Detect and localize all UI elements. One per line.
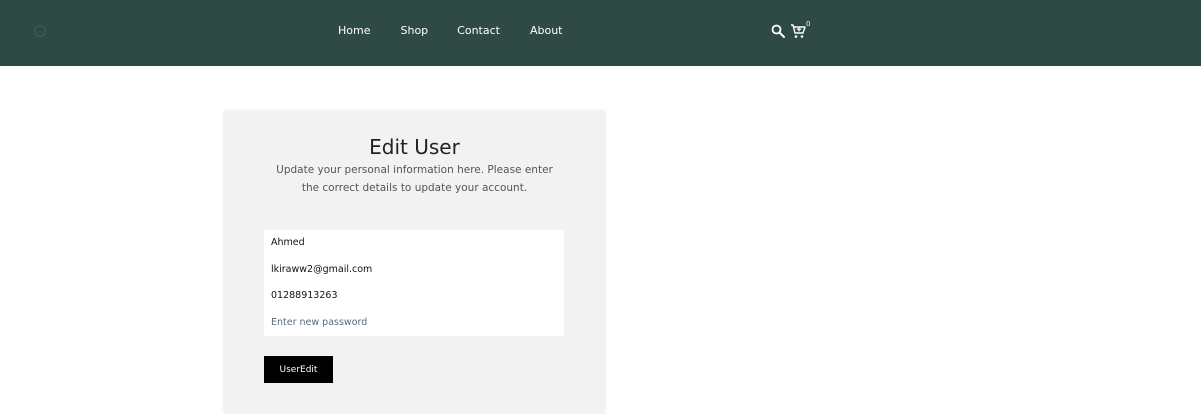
form-description: Update your personal information here. P… [276, 164, 553, 194]
brand-logo[interactable] [34, 25, 46, 37]
cart-icon[interactable] [790, 23, 806, 39]
password-field[interactable] [264, 311, 564, 333]
nav-link-home[interactable]: Home [338, 24, 370, 38]
name-field[interactable] [264, 231, 564, 253]
search-icon[interactable] [771, 24, 785, 38]
page-title: Edit User [369, 135, 460, 159]
top-navbar: Home Shop Contact About 0 [0, 0, 1201, 66]
nav-link-about[interactable]: About [530, 24, 563, 38]
edit-user-form [264, 230, 564, 336]
main-nav: Home Shop Contact About [338, 24, 562, 38]
nav-link-contact[interactable]: Contact [457, 24, 500, 38]
cart-count-badge: 0 [806, 20, 811, 28]
edit-user-card: Edit User Update your personal informati… [224, 111, 605, 414]
user-edit-button[interactable]: UserEdit [264, 356, 333, 383]
phone-field[interactable] [264, 284, 564, 306]
nav-link-shop[interactable]: Shop [400, 24, 428, 38]
email-field[interactable] [264, 258, 564, 280]
